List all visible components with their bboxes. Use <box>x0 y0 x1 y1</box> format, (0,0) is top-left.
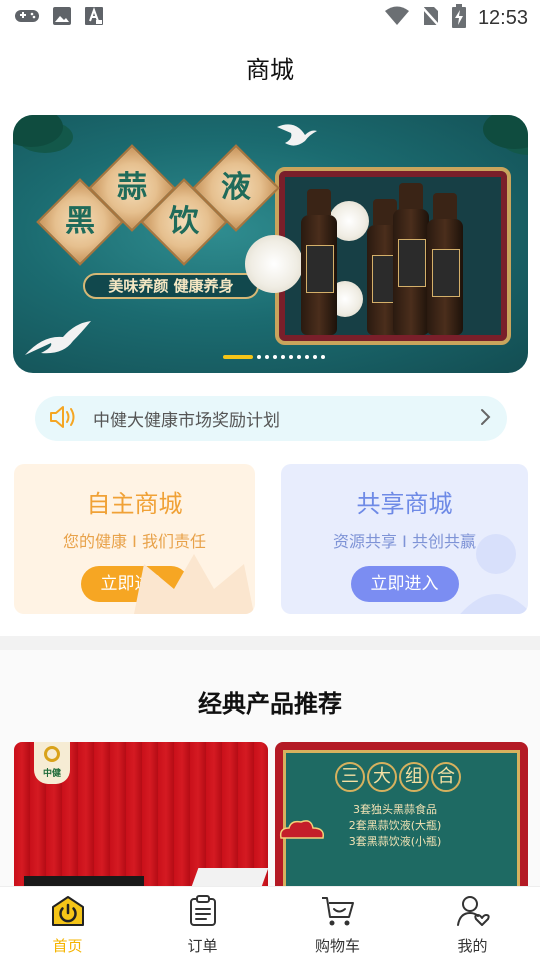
image-icon <box>52 6 72 30</box>
bottle <box>393 183 429 335</box>
tab-label: 我的 <box>457 937 488 955</box>
indicator-dot <box>265 355 269 359</box>
carousel-indicator <box>223 355 325 359</box>
indicator-dot <box>289 355 293 359</box>
chevron-right-icon <box>479 408 491 430</box>
app-screen: 12:53 商城 黑 蒜 饮 液 美味养颜 健康养身 中健大健康市场奖励计划 自… <box>0 0 540 960</box>
tab-home[interactable]: 首页 <box>0 887 135 960</box>
indicator-dot <box>281 355 285 359</box>
banner-carousel[interactable]: 黑 蒜 饮 液 美味养颜 健康养身 <box>13 115 528 373</box>
tab-cart[interactable]: 购物车 <box>270 887 405 960</box>
combo-title-char: 组 <box>399 762 429 792</box>
notice-bar[interactable]: 中健大健康市场奖励计划 <box>35 396 507 441</box>
bottom-tab-bar: 首页 订单 购物车 我的 <box>0 886 540 960</box>
share-mall-card[interactable]: 共享商城 资源共享 I 共创共赢 立即进入 <box>281 464 528 614</box>
combo-title-char: 合 <box>431 762 461 792</box>
product-card[interactable]: 三 大 组 合 3套独头黑蒜食品 2套黑蒜饮液(大瓶) 3套黑蒜饮液(小瓶) <box>275 742 528 892</box>
indicator-dot-active <box>223 355 253 359</box>
profile-icon <box>456 895 490 931</box>
section-divider <box>0 636 540 650</box>
page-title: 商城 <box>246 56 294 84</box>
notice-text: 中健大健康市场奖励计划 <box>93 411 280 431</box>
indicator-dot <box>321 355 325 359</box>
no-sim-icon <box>421 5 441 31</box>
brand-badge: 中健 <box>34 742 70 784</box>
indicator-dot <box>273 355 277 359</box>
tab-orders[interactable]: 订单 <box>135 887 270 960</box>
pine-tree-decoration <box>483 115 528 149</box>
combo-line: 2套黑蒜饮液(大瓶) <box>348 819 442 832</box>
self-mall-enter-button[interactable]: 立即进入 <box>80 566 189 602</box>
indicator-dot <box>305 355 309 359</box>
banner-slogan: 美味养颜 健康养身 <box>83 273 259 299</box>
brand-logo-icon <box>44 746 60 762</box>
indicator-dot <box>257 355 261 359</box>
status-time: 12:53 <box>477 6 528 29</box>
status-bar: 12:53 <box>0 0 540 36</box>
share-mall-enter-button[interactable]: 立即进入 <box>350 566 459 602</box>
self-mall-subtitle: 您的健康 I 我们责任 <box>63 532 206 551</box>
combo-line: 3套黑蒜饮液(小瓶) <box>348 835 442 848</box>
tab-profile[interactable]: 我的 <box>405 887 540 960</box>
indicator-dot <box>313 355 317 359</box>
status-right: 12:53 <box>384 4 528 32</box>
self-mall-title: 自主商城 <box>86 490 183 518</box>
product-card[interactable]: 中健 <box>14 742 268 892</box>
gamepad-icon <box>14 7 40 29</box>
status-left <box>14 6 104 30</box>
tab-label: 购物车 <box>314 937 360 955</box>
combo-title-char: 大 <box>367 762 397 792</box>
tab-label: 订单 <box>187 937 218 955</box>
brand-name: 中健 <box>42 769 61 779</box>
self-mall-card[interactable]: 自主商城 您的健康 I 我们责任 立即进入 <box>14 464 255 614</box>
crane-icon <box>23 315 93 365</box>
combo-title-char: 三 <box>335 762 365 792</box>
wifi-icon <box>384 5 410 31</box>
order-icon <box>188 895 218 931</box>
speaker-icon <box>49 404 79 434</box>
indicator-dot <box>297 355 301 359</box>
home-icon <box>51 895 85 931</box>
bottle <box>427 193 463 335</box>
product-name-char: 液 <box>221 170 251 205</box>
crane-icon <box>275 119 319 159</box>
bottle <box>301 189 337 335</box>
cloud-icon <box>277 818 327 846</box>
recommend-title: 经典产品推荐 <box>198 690 342 718</box>
tab-label: 首页 <box>52 937 83 955</box>
battery-charging-icon <box>451 4 466 32</box>
share-mall-subtitle: 资源共享 I 共创共赢 <box>333 532 476 551</box>
font-icon <box>84 6 104 30</box>
combo-title: 三 大 组 合 <box>335 762 461 792</box>
combo-line: 3套独头黑蒜食品 <box>353 803 437 816</box>
combo-lines: 3套独头黑蒜食品 2套黑蒜饮液(大瓶) 3套黑蒜饮液(小瓶) <box>305 802 485 850</box>
cart-icon <box>320 895 356 931</box>
share-mall-title: 共享商城 <box>356 490 453 518</box>
pine-tree-decoration <box>13 115 63 147</box>
flower-decoration <box>245 235 303 293</box>
